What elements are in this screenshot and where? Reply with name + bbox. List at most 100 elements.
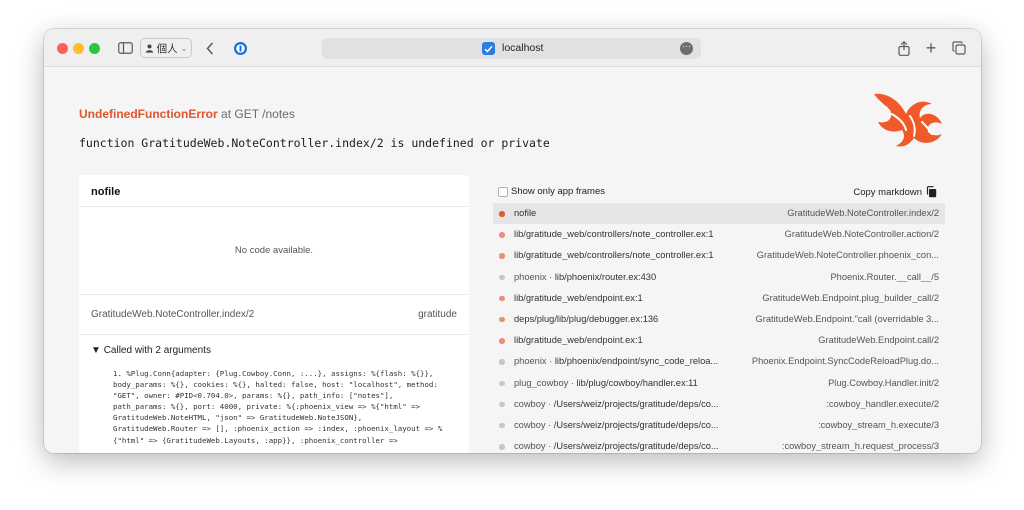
frames-toolbar: Show only app frames Copy markdown [493, 175, 945, 203]
copy-markdown-button[interactable]: Copy markdown [853, 186, 937, 198]
frame-file: lib/phoenix/router.ex:430 [554, 271, 657, 282]
show-app-frames-checkbox[interactable] [498, 187, 508, 197]
frame-file: lib/gratitude_web/controllers/note_contr… [514, 229, 714, 240]
frame-location: cowboy · /Users/weiz/projects/gratitude/… [514, 441, 739, 451]
frame-dot-icon [499, 211, 505, 217]
stacktrace-panel: Show only app frames Copy markdown nofil… [493, 175, 945, 453]
frame-function: :cowboy_stream_h.request_process/3 [781, 441, 939, 452]
module-function: GratitudeWeb.NoteController.index/2 [91, 309, 255, 320]
minimize-window-button[interactable] [73, 43, 84, 54]
error-message: function GratitudeWeb.NoteController.ind… [79, 136, 550, 150]
address-text: localhost [502, 42, 544, 54]
frame-file: /Users/weiz/projects/gratitude/deps/co..… [553, 441, 719, 452]
frame-app: phoenix · [514, 356, 555, 367]
verified-checkmark-icon [482, 42, 495, 55]
frame-function: :cowboy_stream_h.execute/3 [818, 419, 939, 430]
app-name: gratitude [418, 309, 457, 320]
phoenix-logo-icon [874, 93, 942, 147]
stack-frame[interactable]: cowboy · /Users/weiz/projects/gratitude/… [493, 415, 945, 436]
chevron-left-icon [206, 41, 214, 55]
frame-app: cowboy · [514, 441, 554, 452]
code-panel: nofile No code available. GratitudeWeb.N… [79, 175, 469, 453]
frame-location: cowboy · /Users/weiz/projects/gratitude/… [514, 399, 739, 409]
arguments-section: ▼ Called with 2 arguments 1. %Plug.Conn{… [79, 335, 469, 453]
no-code-text: No code available. [234, 245, 314, 256]
stack-frame[interactable]: cowboy · /Users/weiz/projects/gratitude/… [493, 394, 945, 415]
frame-function: GratitudeWeb.Endpoint.plug_builder_call/… [762, 292, 939, 303]
code-file-name: nofile [79, 175, 469, 207]
person-icon [145, 44, 153, 53]
frame-app: cowboy · [514, 398, 554, 409]
frame-function: GratitudeWeb.NoteController.action/2 [784, 229, 939, 240]
frame-dot-icon [499, 422, 505, 429]
frame-function: GratitudeWeb.NoteController.phoenix_con.… [756, 250, 939, 261]
show-app-frames-label[interactable]: Show only app frames [511, 186, 605, 197]
frame-location: phoenix · lib/phoenix/endpoint/sync_code… [514, 356, 739, 366]
arguments-title: Called with 2 arguments [103, 345, 211, 356]
stack-frame[interactable]: lib/gratitude_web/endpoint.ex:1 Gratitude… [493, 330, 945, 351]
profile-label: 個人 [156, 42, 178, 55]
frame-file: nofile [514, 208, 537, 218]
profile-button[interactable]: 個人 ⌄ [140, 38, 192, 58]
frame-dot-icon [499, 316, 505, 323]
frame-dot-icon [499, 338, 505, 344]
frame-function: Plug.Cowboy.Handler.init/2 [828, 377, 939, 388]
frame-app: phoenix · [514, 271, 555, 282]
frame-dot-icon [499, 359, 505, 365]
frame-function: Phoenix.Router.__call__/5 [830, 271, 939, 282]
copy-icon [926, 186, 937, 198]
frame-file: lib/gratitude_web/endpoint.ex:1 [514, 292, 643, 303]
frame-function: :cowboy_handler.execute/2 [826, 398, 939, 409]
frame-file: lib/plug/cowboy/handler.ex:11 [576, 377, 698, 388]
error-heading: UndefinedFunctionError at GET /notes [79, 107, 295, 121]
frame-file: /Users/weiz/projects/gratitude/deps/co..… [553, 419, 719, 430]
stack-frame[interactable]: deps/plug/lib/plug/debugger.ex:136 Gratit… [493, 309, 945, 330]
address-bar[interactable]: localhost ··· [322, 38, 701, 59]
frame-dot-icon [499, 253, 505, 259]
browser-window: 個人 ⌄ localhost ··· + UndefinedFunctionEr… [44, 29, 981, 453]
stack-frame[interactable]: phoenix · lib/phoenix/endpoint/sync_code… [493, 351, 945, 372]
frame-location: lib/gratitude_web/endpoint.ex:1 [514, 335, 739, 345]
no-code-message: No code available. [79, 207, 469, 295]
triangle-down-icon: ▼ [91, 345, 101, 356]
password-extension-icon[interactable] [231, 37, 249, 59]
frame-file: deps/plug/lib/plug/debugger.ex:136 [514, 313, 659, 324]
zoom-window-button[interactable] [89, 43, 100, 54]
stack-frame[interactable]: lib/gratitude_web/endpoint.ex:1 Gratitude… [493, 288, 945, 309]
frame-location: deps/plug/lib/plug/debugger.ex:136 [514, 314, 739, 324]
frame-location: plug_cowboy · lib/plug/cowboy/handler.ex… [514, 378, 739, 388]
copy-markdown-label: Copy markdown [853, 186, 922, 198]
frame-function: GratitudeWeb.Endpoint.call/2 [818, 335, 939, 346]
stack-frame[interactable]: nofile GratitudeWeb.NoteController.index/… [493, 203, 945, 225]
chevron-down-icon: ⌄ [180, 43, 188, 53]
new-tab-icon[interactable]: + [922, 37, 940, 59]
frame-dot-icon [499, 232, 505, 238]
frame-app: cowboy · [514, 419, 554, 430]
frame-location: lib/gratitude_web/endpoint.ex:1 [514, 293, 739, 303]
sidebar-toggle-icon[interactable] [115, 37, 135, 59]
close-window-button[interactable] [57, 43, 68, 54]
frame-dot-icon [499, 380, 505, 386]
frame-location: nofile [514, 208, 739, 218]
tab-overview-icon[interactable] [950, 37, 968, 59]
error-location: at GET /notes [221, 107, 295, 121]
frame-file: /Users/weiz/projects/gratitude/deps/co..… [553, 398, 719, 409]
frame-file: lib/phoenix/endpoint/sync_code_reloa... [554, 356, 719, 367]
arguments-code: 1. %Plug.Conn{adapter: {Plug.Cowboy.Conn… [113, 369, 443, 445]
frame-location: lib/gratitude_web/controllers/note_contr… [514, 229, 739, 239]
stack-frame[interactable]: lib/gratitude_web/controllers/note_contr… [493, 245, 945, 266]
more-options-icon[interactable]: ··· [680, 42, 693, 55]
frame-function: GratitudeWeb.Endpoint."call (overridable… [755, 313, 939, 324]
arguments-toggle[interactable]: ▼ Called with 2 arguments [91, 345, 457, 356]
stack-frame[interactable]: phoenix · lib/phoenix/router.ex:430 Phoen… [493, 267, 945, 288]
module-function-row: GratitudeWeb.NoteController.index/2 grat… [79, 295, 469, 335]
frame-location: phoenix · lib/phoenix/router.ex:430 [514, 272, 739, 282]
stack-frame[interactable]: cowboy · /Users/weiz/projects/gratitude/… [493, 436, 945, 453]
back-button[interactable] [202, 37, 218, 59]
stack-frame[interactable]: plug_cowboy · lib/plug/cowboy/handler.ex… [493, 373, 945, 394]
frame-dot-icon [499, 274, 505, 281]
stack-frame[interactable]: lib/gratitude_web/controllers/note_contr… [493, 224, 945, 245]
page-content: UndefinedFunctionError at GET /notes fun… [44, 67, 981, 453]
frame-dot-icon [499, 295, 505, 302]
share-icon[interactable] [895, 37, 913, 59]
